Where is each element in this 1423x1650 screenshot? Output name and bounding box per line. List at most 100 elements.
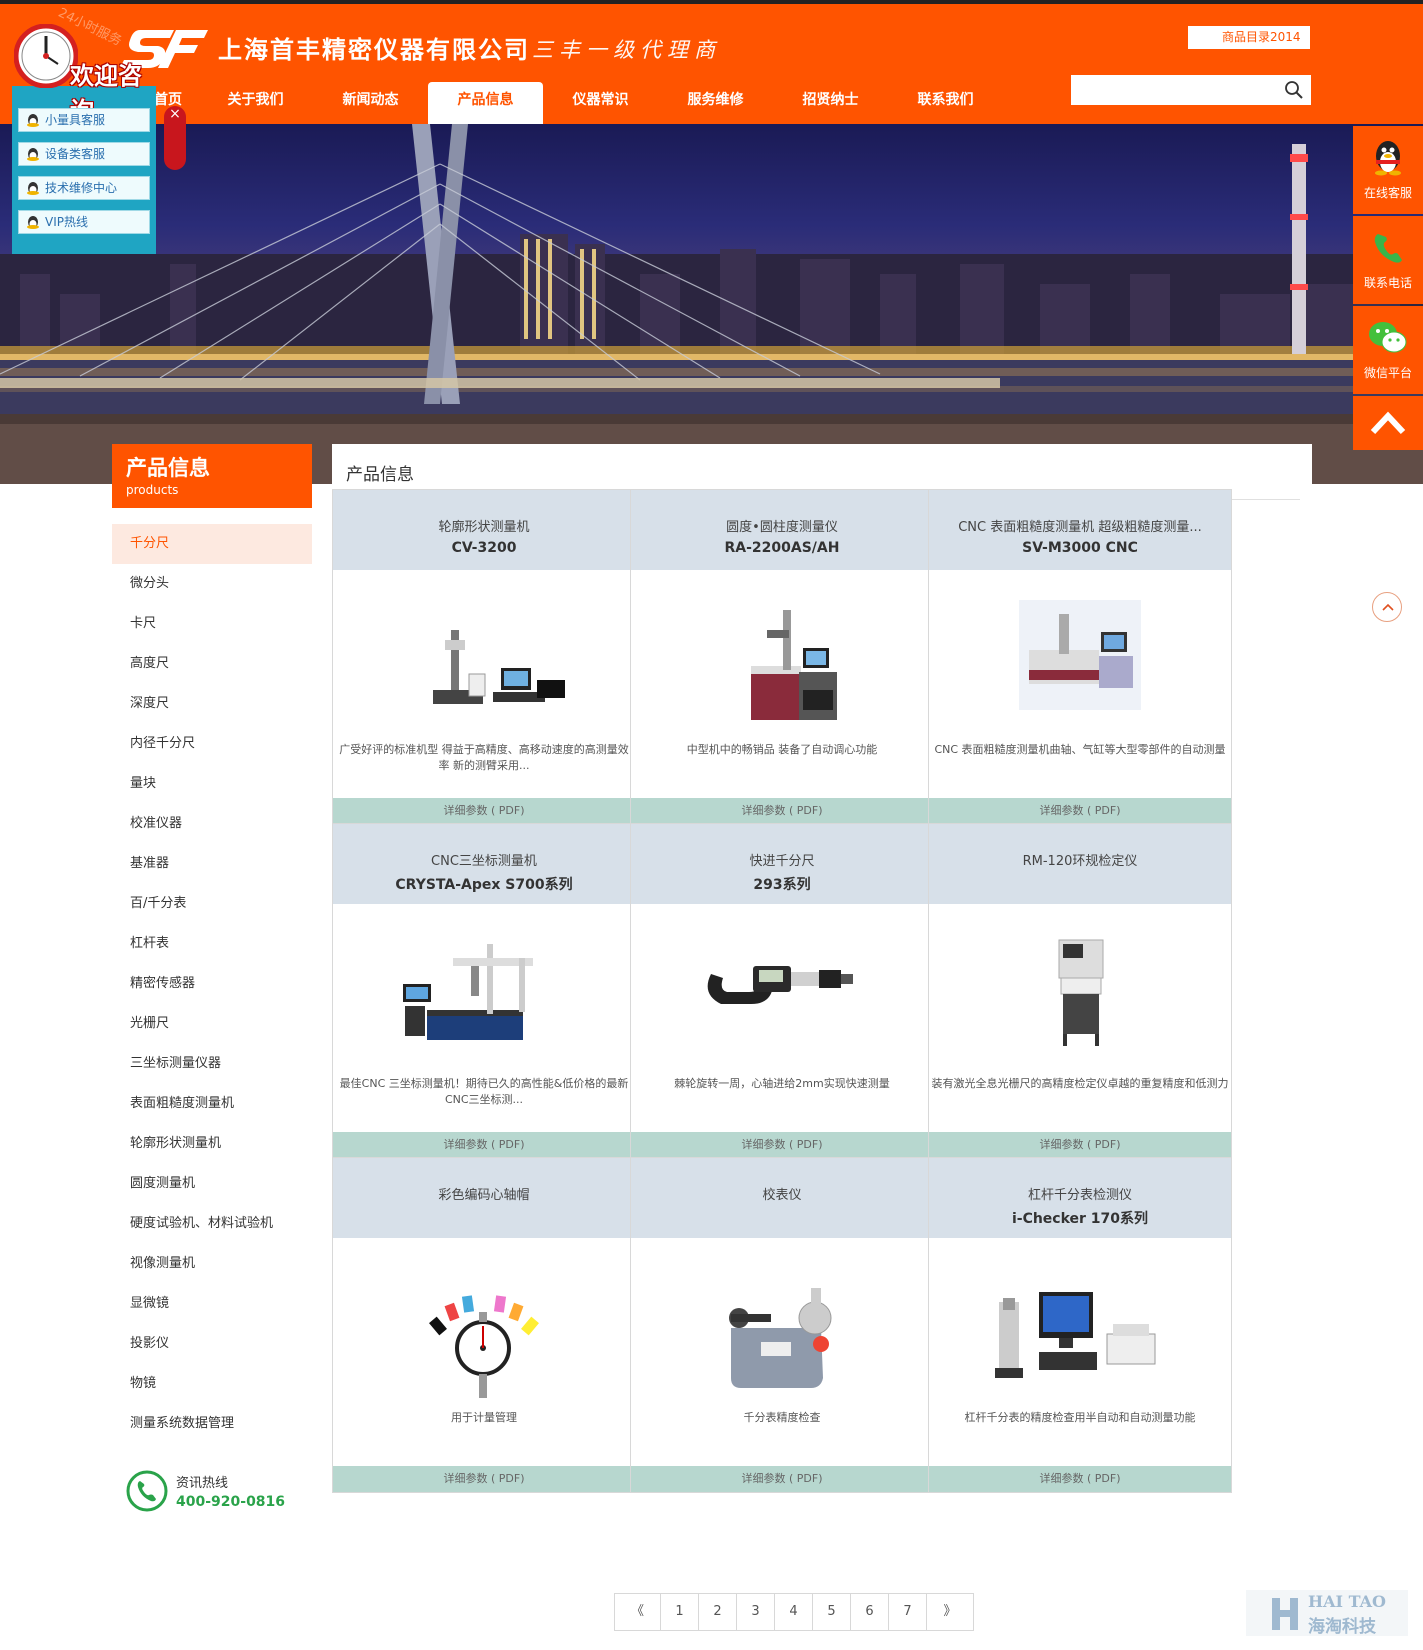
nav-products[interactable]: 产品信息 bbox=[428, 82, 543, 124]
cmm-icon bbox=[403, 944, 533, 1040]
detail-pdf-button[interactable]: 详细参数 ( PDF) bbox=[333, 798, 635, 824]
page-5-button[interactable]: 5 bbox=[813, 1594, 851, 1630]
detail-pdf-button[interactable]: 详细参数 ( PDF) bbox=[929, 1132, 1231, 1158]
sidebar-item-category[interactable]: 量块 bbox=[112, 764, 312, 804]
clock-icon bbox=[14, 24, 78, 88]
nav-contact[interactable]: 联系我们 bbox=[888, 82, 1003, 124]
sidebar-item-category[interactable]: 卡尺 bbox=[112, 604, 312, 644]
ring-gauge-tester-icon bbox=[1058, 939, 1104, 1046]
sidebar-item-category[interactable]: 测量系统数据管理 bbox=[112, 1404, 312, 1444]
sidebar-item-category[interactable]: 精密传感器 bbox=[112, 964, 312, 1004]
sidebar-item-category[interactable]: 深度尺 bbox=[112, 684, 312, 724]
nav-news[interactable]: 新闻动态 bbox=[313, 82, 428, 124]
next-page-button[interactable]: 》 bbox=[927, 1594, 973, 1630]
detail-pdf-button[interactable]: 详细参数 ( PDF) bbox=[333, 1466, 635, 1492]
nav-service[interactable]: 服务维修 bbox=[658, 82, 773, 124]
sidebar-item-category[interactable]: 硬度试验机、材料试验机 bbox=[112, 1204, 312, 1244]
product-name: CNC 表面粗糙度测量机 超级粗糙度测量... bbox=[958, 520, 1202, 535]
product-name: RM-120环规检定仪 bbox=[1022, 854, 1138, 869]
sidebar-item-category[interactable]: 物镜 bbox=[112, 1364, 312, 1404]
prev-page-button[interactable]: 《 bbox=[615, 1594, 661, 1630]
product-card[interactable]: 轮廓形状测量机 CV-3200 广受好评的标准机型 得益于高精度、高移动速度的高测量… bbox=[332, 489, 636, 825]
page-3-button[interactable]: 3 bbox=[737, 1594, 775, 1630]
page-1-button[interactable]: 1 bbox=[661, 1594, 699, 1630]
catalog-button[interactable]: 商品目录2014 bbox=[1188, 26, 1310, 49]
nav-knowledge[interactable]: 仪器常识 bbox=[543, 82, 658, 124]
scroll-up-button[interactable] bbox=[1372, 592, 1402, 622]
search-icon[interactable] bbox=[1283, 79, 1305, 101]
detail-pdf-button[interactable]: 详细参数 ( PDF) bbox=[631, 1466, 933, 1492]
online-service-button[interactable]: 在线客服 bbox=[1353, 126, 1423, 214]
sidebar-item-category[interactable]: 基准器 bbox=[112, 844, 312, 884]
nav-about[interactable]: 关于我们 bbox=[198, 82, 313, 124]
wechat-button[interactable]: 微信平台 bbox=[1353, 306, 1423, 394]
sidebar-item-category[interactable]: 千分尺 bbox=[112, 524, 312, 564]
contact-phone-button[interactable]: 联系电话 bbox=[1353, 216, 1423, 304]
sidebar-item-category[interactable]: 圆度测量机 bbox=[112, 1164, 312, 1204]
consult-item-gauges[interactable]: 小量具客服 bbox=[18, 108, 150, 132]
main-nav: 首页 关于我们 新闻动态 产品信息 仪器常识 服务维修 招贤纳士 联系我们 bbox=[140, 82, 1003, 124]
product-model: CV-3200 bbox=[451, 540, 517, 556]
haitao-logo-icon bbox=[1272, 1598, 1298, 1630]
sidebar-item-category[interactable]: 视像测量机 bbox=[112, 1244, 312, 1284]
consult-item-repair[interactable]: 技术维修中心 bbox=[18, 176, 150, 200]
sidebar-item-category[interactable]: 表面粗糙度测量机 bbox=[112, 1084, 312, 1124]
sidebar-item-category[interactable]: 光栅尺 bbox=[112, 1004, 312, 1044]
sidebar-item-category[interactable]: 校准仪器 bbox=[112, 804, 312, 844]
product-card-header: CNC三坐标测量机 CRYSTA-Apex S700系列 bbox=[333, 824, 635, 904]
product-card-header: 轮廓形状测量机 CV-3200 bbox=[333, 490, 635, 570]
product-card-header: 杠杆千分表检测仪 i-Checker 170系列 bbox=[929, 1158, 1231, 1238]
page-2-button[interactable]: 2 bbox=[699, 1594, 737, 1630]
product-name: 校表仪 bbox=[762, 1188, 802, 1203]
detail-pdf-button[interactable]: 详细参数 ( PDF) bbox=[631, 798, 933, 824]
detail-pdf-button[interactable]: 详细参数 ( PDF) bbox=[929, 798, 1231, 824]
wechat-icon bbox=[1369, 322, 1407, 353]
product-card[interactable]: 圆度•圆柱度测量仪 RA-2200AS/AH 中型机中的畅销品 装备了自动调心功能详… bbox=[630, 489, 934, 825]
category-list: 千分尺 微分头 卡尺 高度尺 深度尺 内径千分尺 量块 校准仪器 基准器 百/千分表 杠杆表 精密传感… bbox=[112, 524, 312, 1444]
page-4-button[interactable]: 4 bbox=[775, 1594, 813, 1630]
product-card[interactable]: CNC三坐标测量机 CRYSTA-Apex S700系列 最佳CNC 三坐标测量机！… bbox=[332, 823, 636, 1159]
product-card-header: RM-120环规检定仪 bbox=[929, 824, 1231, 904]
product-card-header: CNC 表面粗糙度测量机 超级粗糙度测量... SV-M3000 CNC bbox=[929, 490, 1231, 570]
sidebar-item-category[interactable]: 百/千分表 bbox=[112, 884, 312, 924]
dial-gauge-caps-icon bbox=[429, 1295, 539, 1398]
product-description: 装有激光全息光栅尺的高精度检定仪卓越的重复精度和低测力 bbox=[931, 1077, 1229, 1090]
qq-penguin-icon bbox=[1375, 141, 1401, 176]
gauge-calibrator-icon bbox=[729, 1288, 832, 1388]
product-card[interactable]: 杠杆千分表检测仪 i-Checker 170系列 杠杆千分表的精度检查用半自动和自动… bbox=[928, 1157, 1232, 1493]
detail-pdf-button[interactable]: 详细参数 ( PDF) bbox=[929, 1466, 1231, 1492]
sidebar-item-category[interactable]: 投影仪 bbox=[112, 1324, 312, 1364]
product-model: RA-2200AS/AH bbox=[724, 540, 840, 556]
consult-item-label: 小量具客服 bbox=[45, 113, 106, 127]
detail-pdf-button[interactable]: 详细参数 ( PDF) bbox=[631, 1132, 933, 1158]
product-card[interactable]: CNC 表面粗糙度测量机 超级粗糙度测量... SV-M3000 CNC CNC 表… bbox=[928, 489, 1232, 825]
qq-icon bbox=[27, 182, 39, 195]
back-to-top-button[interactable] bbox=[1353, 396, 1423, 450]
consult-item-vip[interactable]: VIP热线 bbox=[18, 210, 150, 234]
search-input[interactable] bbox=[1073, 77, 1273, 103]
sidebar-item-category[interactable]: 微分头 bbox=[112, 564, 312, 604]
product-name: 圆度•圆柱度测量仪 bbox=[726, 520, 838, 535]
detail-pdf-button[interactable]: 详细参数 ( PDF) bbox=[333, 1132, 635, 1158]
product-card[interactable]: RM-120环规检定仪装有激光全息光栅尺的高精度检定仪卓越的重复精度和低测力详细… bbox=[928, 823, 1232, 1159]
product-card[interactable]: 校表仪 千分表精度检查 详细参数 ( PDF) bbox=[630, 1157, 934, 1493]
close-icon[interactable]: × bbox=[164, 106, 186, 170]
product-card[interactable]: 快进千分尺 293系列 棘轮旋转一周，心轴进给2mm实现快速测量 详细参数 ( PDF… bbox=[630, 823, 934, 1159]
consult-item-equipment[interactable]: 设备类客服 bbox=[18, 142, 150, 166]
sidebar-item-category[interactable]: 三坐标测量仪器 bbox=[112, 1044, 312, 1084]
consult-item-label: 技术维修中心 bbox=[45, 181, 118, 195]
sidebar-item-category[interactable]: 高度尺 bbox=[112, 644, 312, 684]
contour-machine-icon bbox=[433, 630, 565, 704]
page-6-button[interactable]: 6 bbox=[851, 1594, 889, 1630]
qq-icon bbox=[27, 114, 39, 127]
page-7-button[interactable]: 7 bbox=[889, 1594, 927, 1630]
nav-careers[interactable]: 招贤纳士 bbox=[773, 82, 888, 124]
sidebar-item-category[interactable]: 内径千分尺 bbox=[112, 724, 312, 764]
slogan: 三丰一级代理商 bbox=[532, 38, 721, 62]
product-card-header: 彩色编码心轴帽 bbox=[333, 1158, 635, 1238]
sidebar-item-category[interactable]: 轮廓形状测量机 bbox=[112, 1124, 312, 1164]
sidebar-item-category[interactable]: 杠杆表 bbox=[112, 924, 312, 964]
main-content: 产品信息 轮廓形状测量机 CV-3200 广受好评的标准机型 得益于高精度、高移动速… bbox=[332, 444, 1312, 1650]
sidebar-item-category[interactable]: 显微镜 bbox=[112, 1284, 312, 1324]
product-card[interactable]: 彩色编码心轴帽 用于计量管理 详细参数 ( PDF) bbox=[332, 1157, 636, 1493]
